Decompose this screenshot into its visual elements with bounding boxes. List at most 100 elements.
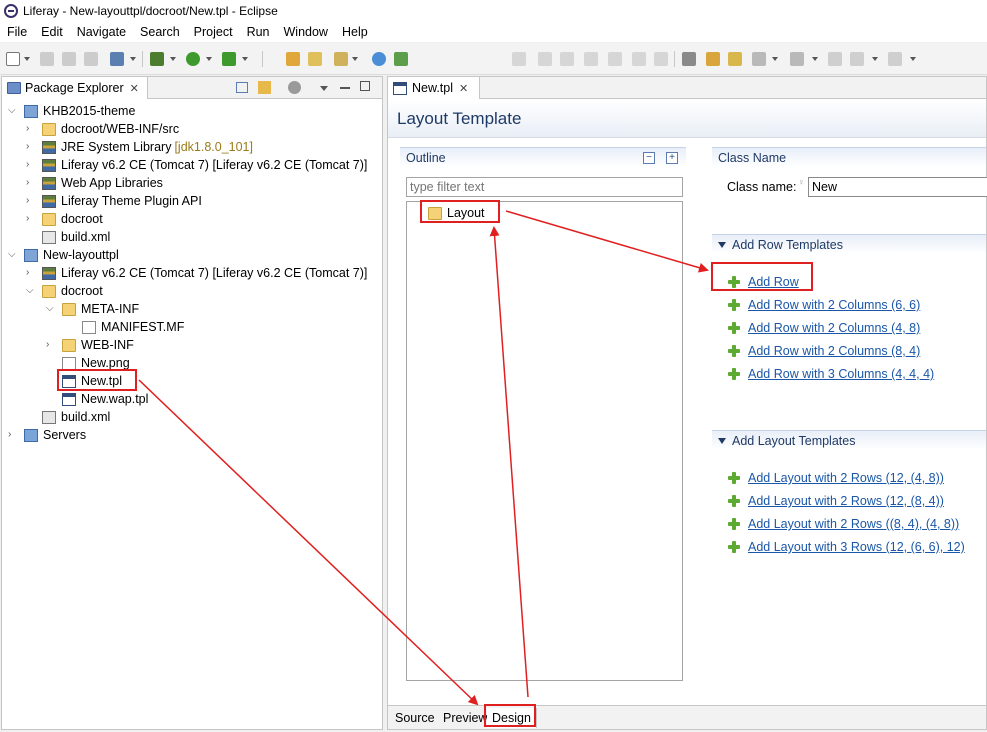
tree-item[interactable]: › Liferay v6.2 CE (Tomcat 7) [Liferay v6… — [26, 156, 367, 174]
external-tool-dropdown-icon[interactable] — [242, 57, 248, 61]
layout-template-link-row[interactable]: Add Layout with 2 Rows (12, (8, 4)) — [728, 492, 944, 510]
step-over-icon[interactable] — [632, 52, 646, 66]
chevron-down-icon[interactable] — [718, 437, 726, 444]
layout-template-link-row[interactable]: Add Layout with 3 Rows (12, (6, 6), 12) — [728, 538, 965, 556]
step-return-icon[interactable] — [654, 52, 668, 66]
row-template-link[interactable]: Add Row with 2 Columns (4, 8) — [748, 321, 920, 335]
open-folder-icon[interactable] — [308, 52, 322, 66]
menu-search[interactable]: Search — [133, 25, 187, 39]
layout-template-link-row[interactable]: Add Layout with 2 Rows ((8, 4), (4, 8)) — [728, 515, 959, 533]
menu-navigate[interactable]: Navigate — [70, 25, 133, 39]
tree-item[interactable]: › docroot — [26, 210, 103, 228]
tree-item[interactable]: › WEB-INF — [46, 336, 134, 354]
row-template-link[interactable]: Add Row with 3 Columns (4, 4, 4) — [748, 367, 934, 381]
collapse-all-icon[interactable]: − — [643, 152, 655, 164]
chevron-down-icon[interactable] — [718, 241, 726, 248]
expand-all-icon[interactable]: + — [666, 152, 678, 164]
tree-item[interactable]: ⌵ New-layouttpl — [8, 246, 119, 264]
debug-target-icon[interactable] — [110, 52, 124, 66]
tree-item[interactable]: › Web App Libraries — [26, 174, 163, 192]
minimize-icon[interactable] — [340, 87, 350, 89]
back-dropdown-icon[interactable] — [872, 57, 878, 61]
row-template-link-row[interactable]: Add Row with 2 Columns (4, 8) — [728, 319, 920, 337]
menu-project[interactable]: Project — [187, 25, 240, 39]
back-icon[interactable] — [828, 52, 842, 66]
print-icon[interactable] — [84, 52, 98, 66]
chevron-right-icon[interactable]: › — [26, 142, 36, 152]
row-template-link[interactable]: Add Row with 2 Columns (6, 6) — [748, 298, 920, 312]
tree-item[interactable]: build.xml — [42, 228, 110, 246]
tree-item[interactable]: New.png — [62, 354, 130, 372]
add-row-link[interactable]: Add Row — [748, 275, 799, 289]
annotations-icon[interactable] — [682, 52, 696, 66]
terminate-icon[interactable] — [560, 52, 574, 66]
step-icon[interactable] — [512, 52, 526, 66]
pin-dropdown-icon[interactable] — [812, 57, 818, 61]
menu-run[interactable]: Run — [240, 25, 277, 39]
pin-icon[interactable] — [790, 52, 804, 66]
layout-template-link-row[interactable]: Add Layout with 2 Rows (12, (4, 8)) — [728, 469, 944, 487]
debug-icon[interactable] — [150, 52, 164, 66]
tree-item[interactable]: build.xml — [42, 408, 110, 426]
back-nav-icon[interactable] — [850, 52, 864, 66]
tab-preview[interactable]: Preview — [438, 708, 494, 728]
row-template-link-row[interactable]: Add Row with 2 Columns (6, 6) — [728, 296, 920, 314]
close-icon[interactable]: ✕ — [459, 82, 468, 95]
view-menu-icon[interactable] — [320, 86, 328, 91]
row-template-link-row[interactable]: Add Row with 2 Columns (8, 4) — [728, 342, 920, 360]
tree-item[interactable]: ⌵ docroot — [26, 282, 103, 300]
run-external-tool-icon[interactable] — [222, 52, 236, 66]
outline-filter-input[interactable] — [406, 177, 683, 197]
package-explorer-tab[interactable]: Package Explorer ✕ — [2, 77, 148, 99]
tree-item[interactable]: › Liferay Theme Plugin API — [26, 192, 202, 210]
add-row-templates-section-title[interactable]: Add Row Templates — [712, 234, 986, 254]
row-template-link-row[interactable]: Add Row with 3 Columns (4, 4, 4) — [728, 365, 934, 383]
menu-edit[interactable]: Edit — [34, 25, 70, 39]
disconnect-icon[interactable] — [584, 52, 598, 66]
pen-dropdown-icon[interactable] — [352, 57, 358, 61]
chevron-right-icon[interactable]: › — [26, 214, 36, 224]
run-icon[interactable] — [186, 52, 200, 66]
suspend-icon[interactable] — [538, 52, 552, 66]
chevron-right-icon[interactable]: › — [26, 178, 36, 188]
add-layout-templates-section-title[interactable]: Add Layout Templates — [712, 430, 986, 450]
forward-dropdown-icon[interactable] — [910, 57, 916, 61]
new-icon[interactable] — [6, 52, 20, 66]
chevron-right-icon[interactable]: › — [26, 196, 36, 206]
save-icon[interactable] — [40, 52, 54, 66]
tab-design[interactable]: Design — [487, 708, 537, 728]
chevron-right-icon[interactable]: › — [26, 124, 36, 134]
menu-help[interactable]: Help — [335, 25, 375, 39]
tree-item[interactable]: › JRE System Library [jdk1.8.0_101] — [26, 138, 253, 156]
menu-window[interactable]: Window — [277, 25, 335, 39]
tab-source[interactable]: Source — [390, 708, 441, 728]
last-edit-dropdown-icon[interactable] — [772, 57, 778, 61]
globe-icon[interactable] — [372, 52, 386, 66]
chevron-right-icon[interactable]: › — [46, 340, 56, 350]
layout-template-link[interactable]: Add Layout with 2 Rows ((8, 4), (4, 8)) — [748, 517, 959, 531]
run-dropdown-icon[interactable] — [206, 57, 212, 61]
chevron-down-icon[interactable]: ⌵ — [8, 106, 18, 116]
next-annotation-icon[interactable] — [706, 52, 720, 66]
tree-item-new-tpl[interactable]: New.tpl — [62, 372, 122, 390]
chevron-down-icon[interactable]: ⌵ — [26, 286, 36, 296]
debug-dropdown-icon[interactable] — [170, 57, 176, 61]
save-all-icon[interactable] — [62, 52, 76, 66]
class-name-input[interactable] — [808, 177, 987, 197]
chevron-right-icon[interactable]: › — [26, 268, 36, 278]
focus-icon[interactable] — [288, 81, 301, 94]
tree-item[interactable]: ⌵ KHB2015-theme — [8, 102, 135, 120]
step-into-icon[interactable] — [608, 52, 622, 66]
layout-template-link[interactable]: Add Layout with 3 Rows (12, (6, 6), 12) — [748, 540, 965, 554]
tree-item[interactable]: ⌵ META-INF — [46, 300, 139, 318]
last-edit-icon[interactable] — [752, 52, 766, 66]
chevron-right-icon[interactable]: › — [8, 430, 18, 440]
tree-item[interactable]: MANIFEST.MF — [82, 318, 184, 336]
tree-item[interactable]: › Liferay v6.2 CE (Tomcat 7) [Liferay v6… — [26, 264, 367, 282]
add-row-link-row[interactable]: Add Row — [728, 273, 799, 291]
chevron-right-icon[interactable]: › — [26, 160, 36, 170]
close-icon[interactable]: ✕ — [130, 82, 139, 95]
chevron-down-icon[interactable]: ⌵ — [8, 250, 18, 260]
row-template-link[interactable]: Add Row with 2 Columns (8, 4) — [748, 344, 920, 358]
layout-template-link[interactable]: Add Layout with 2 Rows (12, (8, 4)) — [748, 494, 944, 508]
